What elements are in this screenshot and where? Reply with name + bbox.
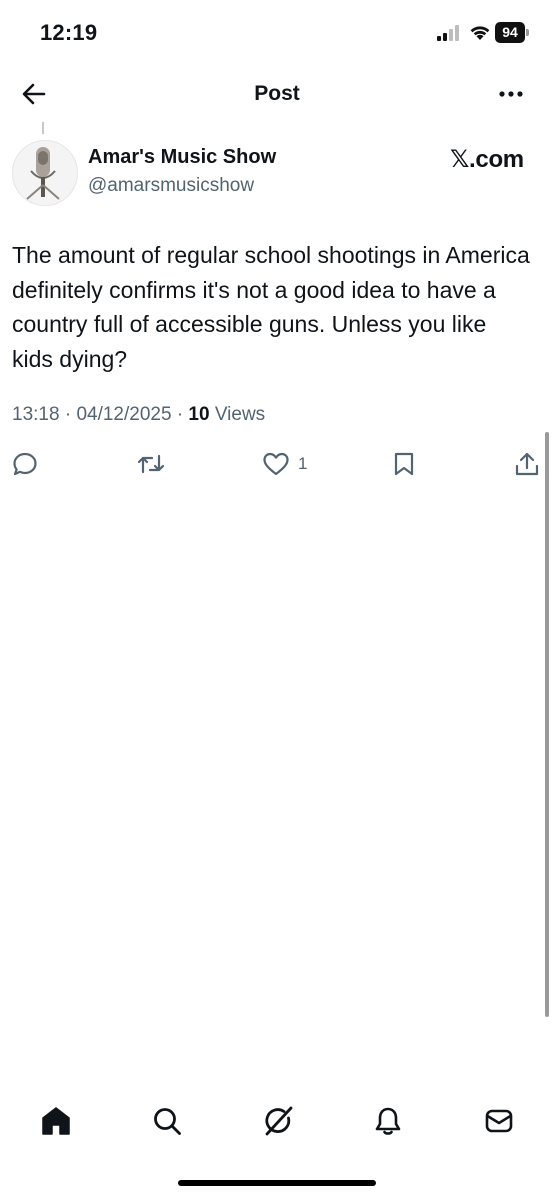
reply-button[interactable] (12, 450, 38, 478)
wifi-icon (470, 26, 490, 40)
views-count: 10 (188, 404, 210, 425)
nav-home[interactable] (40, 1105, 72, 1137)
post-meta: 13:18 · 04/12/2025 · 10 Views (12, 404, 265, 426)
page-title: Post (254, 82, 300, 105)
source-label: 𝕏.com (450, 146, 524, 173)
grok-icon (265, 1106, 293, 1136)
meta-separator: · (176, 404, 184, 425)
avatar-stand-tick (42, 122, 44, 134)
home-icon (42, 1107, 70, 1135)
nav-grok[interactable] (262, 1105, 294, 1137)
nav-notifications[interactable] (372, 1105, 404, 1137)
meta-separator: · (64, 404, 72, 425)
search-icon (154, 1108, 181, 1135)
bookmark-button[interactable] (391, 450, 417, 478)
home-indicator[interactable] (178, 1180, 376, 1186)
retweet-button[interactable] (137, 450, 165, 478)
status-time: 12:19 (40, 20, 98, 45)
reply-icon (13, 452, 37, 476)
like-button[interactable]: 1 (262, 450, 307, 478)
author-handle[interactable]: @amarsmusicshow (88, 175, 254, 197)
share-icon (515, 452, 539, 476)
battery-indicator: 94 (495, 22, 529, 43)
post-text: The amount of regular school shootings i… (12, 242, 530, 372)
like-icon (263, 452, 289, 476)
more-options-icon[interactable] (496, 82, 526, 106)
nav-search[interactable] (151, 1105, 183, 1137)
avatar[interactable] (12, 140, 78, 206)
notifications-icon (375, 1107, 401, 1135)
post-date: 04/12/2025 (76, 404, 172, 425)
post-time: 13:18 (12, 404, 60, 425)
like-count: 1 (298, 454, 308, 473)
cellular-signal-icon (437, 25, 459, 41)
retweet-icon (137, 454, 165, 474)
bookmark-icon (394, 452, 414, 476)
views-label[interactable]: Views (215, 404, 265, 425)
microphone-icon (13, 141, 77, 205)
battery-level: 94 (495, 22, 525, 43)
messages-icon (485, 1109, 513, 1133)
share-button[interactable] (514, 450, 540, 478)
battery-cap (526, 29, 529, 36)
author-display-name[interactable]: Amar's Music Show (88, 146, 276, 169)
nav-messages[interactable] (483, 1105, 515, 1137)
scrollbar[interactable] (545, 432, 549, 1017)
